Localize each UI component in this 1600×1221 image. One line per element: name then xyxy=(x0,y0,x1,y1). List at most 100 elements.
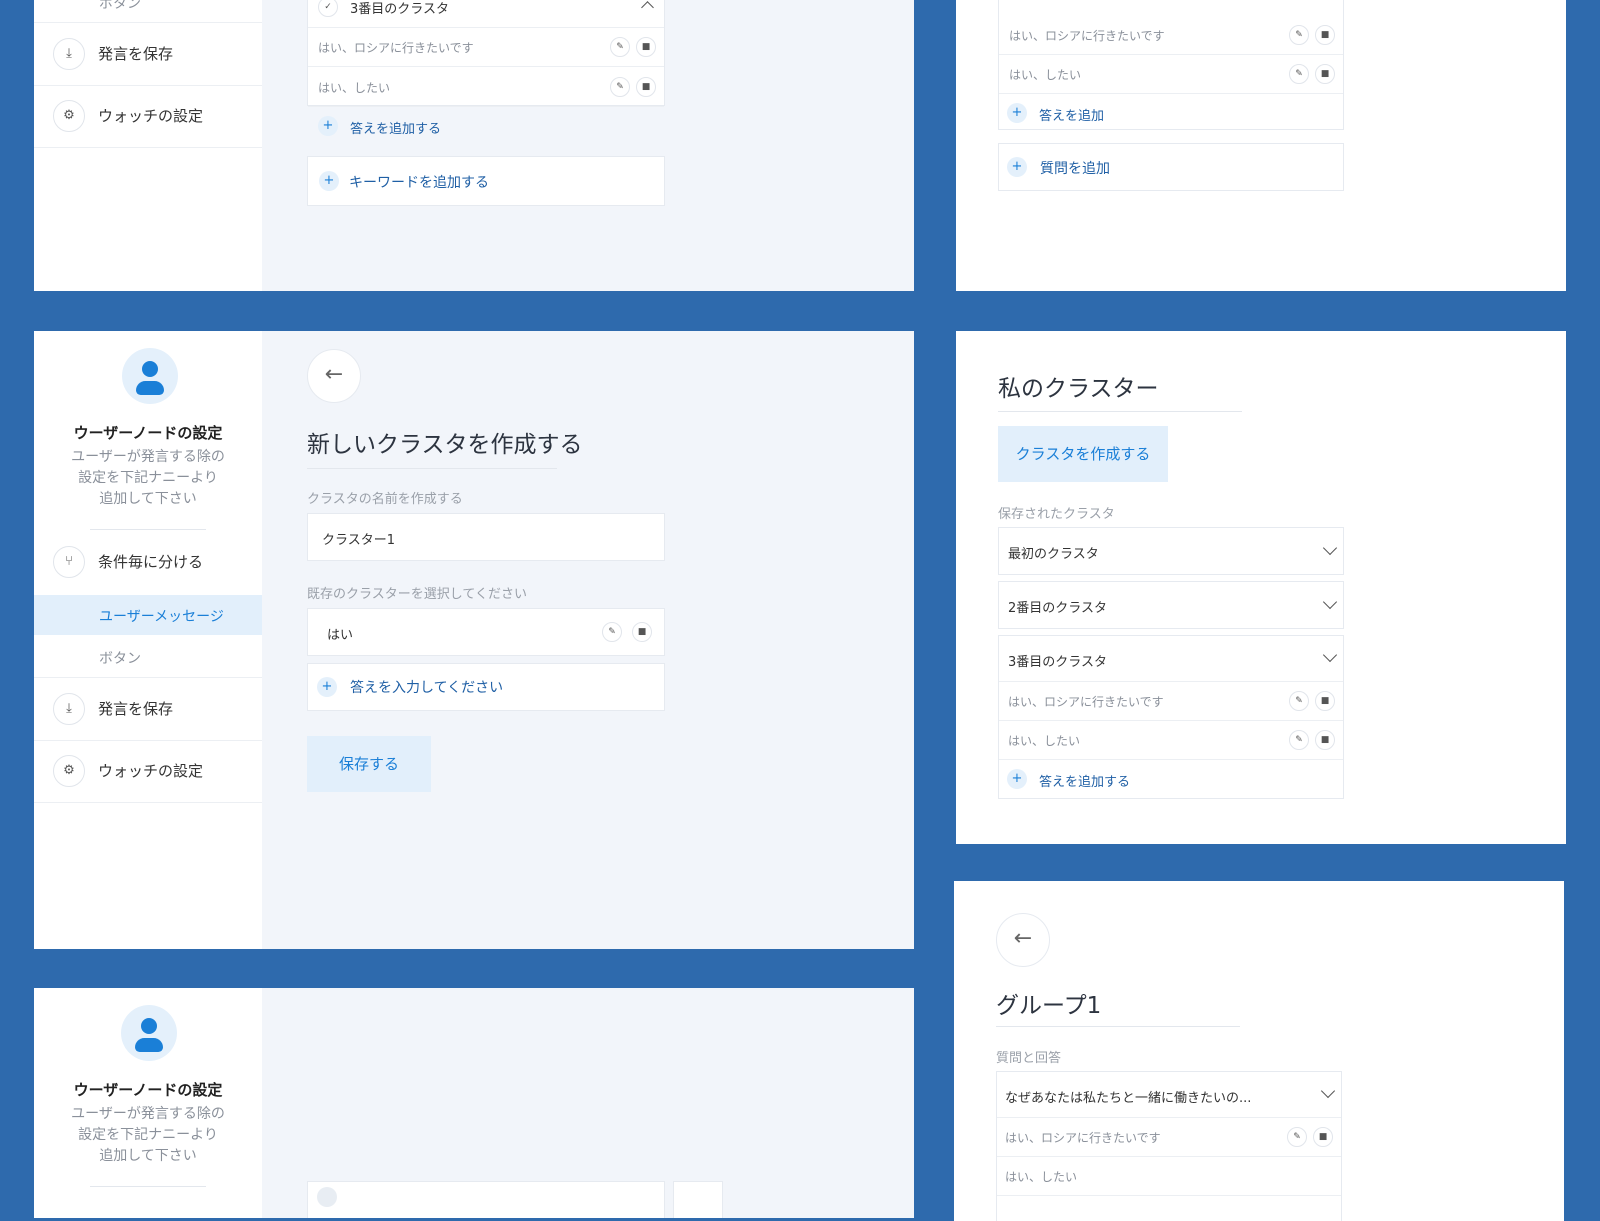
answer-row: はい、ロシアに行きたいです ✎ ■ xyxy=(997,1118,1341,1157)
trash-icon[interactable]: ■ xyxy=(1315,691,1335,711)
cluster-header[interactable]: ✓ 3番目のクラスタ xyxy=(308,0,664,28)
add-question-button[interactable]: + 質問を追加 xyxy=(998,143,1344,191)
create-cluster-button[interactable]: クラスタを作成する xyxy=(998,426,1168,482)
selected-cluster-row[interactable]: はい ✎ ■ xyxy=(307,608,665,656)
sidebar: ボタン ⤓ 発言を保存 ⚙ ウォッチの設定 xyxy=(34,0,262,291)
group-card: ← グループ1 質問と回答 なぜあなたは私たちと一緒に働きたいの... はい、ロ… xyxy=(954,881,1564,1221)
cluster-panel: ✓ 3番目のクラスタ はい、ロシアに行きたいです ✎ ■ はい、したい ✎ ■ … xyxy=(307,0,665,137)
answer-row: はい、したい ✎ ■ xyxy=(999,721,1343,760)
cluster-item-expanded: 3番目のクラスタ はい、ロシアに行きたいです ✎ ■ はい、したい ✎ ■ + … xyxy=(998,635,1344,799)
cluster-header[interactable]: 3番目のクラスタ xyxy=(999,636,1343,682)
arrow-left-icon: ← xyxy=(324,362,344,387)
pencil-icon[interactable]: ✎ xyxy=(602,622,622,642)
chevron-up-icon[interactable] xyxy=(641,1,654,14)
plus-icon: + xyxy=(1007,103,1027,123)
cluster-name-label: クラスタの名前を作成する xyxy=(307,492,463,507)
chevron-down-icon xyxy=(1322,594,1338,610)
plus-icon: + xyxy=(319,171,339,191)
qa-card-top-right: はい、ロシアに行きたいです ✎ ■ はい、したい ✎ ■ + 答えを追加 + 質… xyxy=(956,0,1566,291)
qa-label: 質問と回答 xyxy=(996,1051,1062,1066)
page-title: グループ1 xyxy=(996,993,1102,1019)
question-header[interactable]: なぜあなたは私たちと一緒に働きたいの... xyxy=(997,1072,1341,1118)
editor-card-bottom-left: ウーザーノードの設定 ユーザーが発言する除の 設定を下記ナニーより 追加して下さ… xyxy=(34,988,914,1218)
sidebar-item-user-message[interactable]: ユーザーメッセージ xyxy=(34,595,262,635)
cluster-item[interactable]: 2番目のクラスタ xyxy=(998,581,1344,629)
pencil-icon[interactable]: ✎ xyxy=(610,37,630,57)
add-answer-button[interactable]: + 答えを追加する xyxy=(308,107,664,145)
pencil-icon[interactable]: ✎ xyxy=(1287,1127,1307,1147)
gear-icon: ⚙ xyxy=(53,100,85,132)
sidebar-desc-1: ユーザーが発言する除の xyxy=(71,1106,225,1122)
gear-icon: ⚙ xyxy=(53,755,85,787)
page-title: 新しいクラスタを作成する xyxy=(307,432,583,458)
pencil-icon[interactable]: ✎ xyxy=(1289,730,1309,750)
add-keyword-button[interactable]: + キーワードを追加する xyxy=(307,156,665,206)
title-underline xyxy=(996,1026,1240,1027)
avatar xyxy=(122,348,178,404)
plus-icon: + xyxy=(1007,769,1027,789)
divider xyxy=(90,1186,206,1187)
trash-icon[interactable]: ■ xyxy=(636,37,656,57)
saved-clusters-label: 保存されたクラスタ xyxy=(998,507,1115,522)
sidebar-desc-2: 設定を下記ナニーより xyxy=(78,470,218,486)
trash-icon[interactable]: ■ xyxy=(636,77,656,97)
sidebar-item-watch-settings[interactable]: ⚙ ウォッチの設定 xyxy=(34,85,262,148)
save-icon: ⤓ xyxy=(53,38,85,70)
trash-icon[interactable]: ■ xyxy=(1313,1127,1333,1147)
sidebar-item-save-speech[interactable]: ⤓ 発言を保存 xyxy=(34,22,262,86)
branch-icon: ⑂ xyxy=(53,546,85,578)
sidebar-desc-2: 設定を下記ナニーより xyxy=(78,1127,218,1143)
back-button[interactable]: ← xyxy=(307,349,361,403)
pencil-icon[interactable]: ✎ xyxy=(610,77,630,97)
chevron-down-icon xyxy=(1320,1083,1336,1099)
trash-icon[interactable]: ■ xyxy=(1315,25,1335,45)
qa-panel: はい、ロシアに行きたいです ✎ ■ はい、したい ✎ ■ + 答えを追加 xyxy=(998,0,1344,130)
create-cluster-card: ウーザーノードの設定 ユーザーが発言する除の 設定を下記ナニーより 追加して下さ… xyxy=(34,331,914,949)
trash-icon[interactable]: ■ xyxy=(1315,730,1335,750)
plus-icon: + xyxy=(1007,157,1027,177)
cluster-name-input[interactable]: クラスター1 xyxy=(307,513,665,561)
title-underline xyxy=(307,468,557,469)
plus-icon: + xyxy=(318,116,338,136)
page-title: 私のクラスター xyxy=(998,376,1159,402)
sidebar-title: ウーザーノードの設定 xyxy=(73,424,223,442)
sidebar-item-save-speech[interactable]: ⤓ 発言を保存 xyxy=(34,677,262,741)
sidebar-desc-3: 追加して下さい xyxy=(99,491,197,507)
plus-icon: + xyxy=(317,677,337,697)
plus-icon xyxy=(317,1187,337,1207)
sidebar-item-split[interactable]: ⑂ 条件毎に分ける xyxy=(34,531,262,593)
chevron-down-icon xyxy=(1322,647,1338,663)
add-answer-button[interactable]: + 答えを追加する xyxy=(999,760,1343,798)
trash-icon[interactable]: ■ xyxy=(632,622,652,642)
select-cluster-label: 既存のクラスターを選択してください xyxy=(307,587,527,602)
save-icon: ⤓ xyxy=(53,693,85,725)
title-underline xyxy=(998,411,1242,412)
answer-row: はい、ロシアに行きたいです ✎ ■ xyxy=(308,28,664,67)
my-clusters-card: 私のクラスター クラスタを作成する 保存されたクラスタ 最初のクラスタ 2番目の… xyxy=(956,331,1566,844)
cluster-item[interactable]: 最初のクラスタ xyxy=(998,527,1344,575)
enter-answer-button[interactable]: + 答えを入力してください xyxy=(307,663,665,711)
trash-icon[interactable]: ■ xyxy=(1315,64,1335,84)
sidebar-item-button[interactable]: ボタン xyxy=(34,637,262,677)
sidebar-desc-3: 追加して下さい xyxy=(99,1148,197,1164)
editor-card-top-left: ボタン ⤓ 発言を保存 ⚙ ウォッチの設定 ✓ 3番目のクラスタ はい、ロシアに… xyxy=(34,0,914,291)
sidebar: ウーザーノードの設定 ユーザーが発言する除の 設定を下記ナニーより 追加して下さ… xyxy=(34,331,262,949)
add-answer-button[interactable]: + 答えを追加 xyxy=(999,94,1343,132)
sidebar: ウーザーノードの設定 ユーザーが発言する除の 設定を下記ナニーより 追加して下さ… xyxy=(34,988,262,1218)
chevron-down-icon xyxy=(1322,540,1338,556)
pencil-icon[interactable]: ✎ xyxy=(1289,691,1309,711)
answer-row: はい、したい xyxy=(997,1157,1341,1196)
divider xyxy=(90,529,206,530)
sidebar-title: ウーザーノードの設定 xyxy=(73,1081,223,1099)
answer-row: はい、ロシアに行きたいです ✎ ■ xyxy=(999,682,1343,721)
sidebar-desc-1: ユーザーが発言する除の xyxy=(71,449,225,465)
pencil-icon[interactable]: ✎ xyxy=(1289,64,1309,84)
answer-row: はい、したい ✎ ■ xyxy=(308,68,664,107)
answer-row: はい、したい ✎ ■ xyxy=(999,55,1343,94)
sidebar-item-watch-settings[interactable]: ⚙ ウォッチの設定 xyxy=(34,740,262,803)
pencil-icon[interactable]: ✎ xyxy=(1289,25,1309,45)
sidebar-item-button[interactable]: ボタン xyxy=(34,0,262,22)
avatar xyxy=(121,1005,177,1061)
save-button[interactable]: 保存する xyxy=(307,736,431,792)
back-button[interactable]: ← xyxy=(996,913,1050,967)
